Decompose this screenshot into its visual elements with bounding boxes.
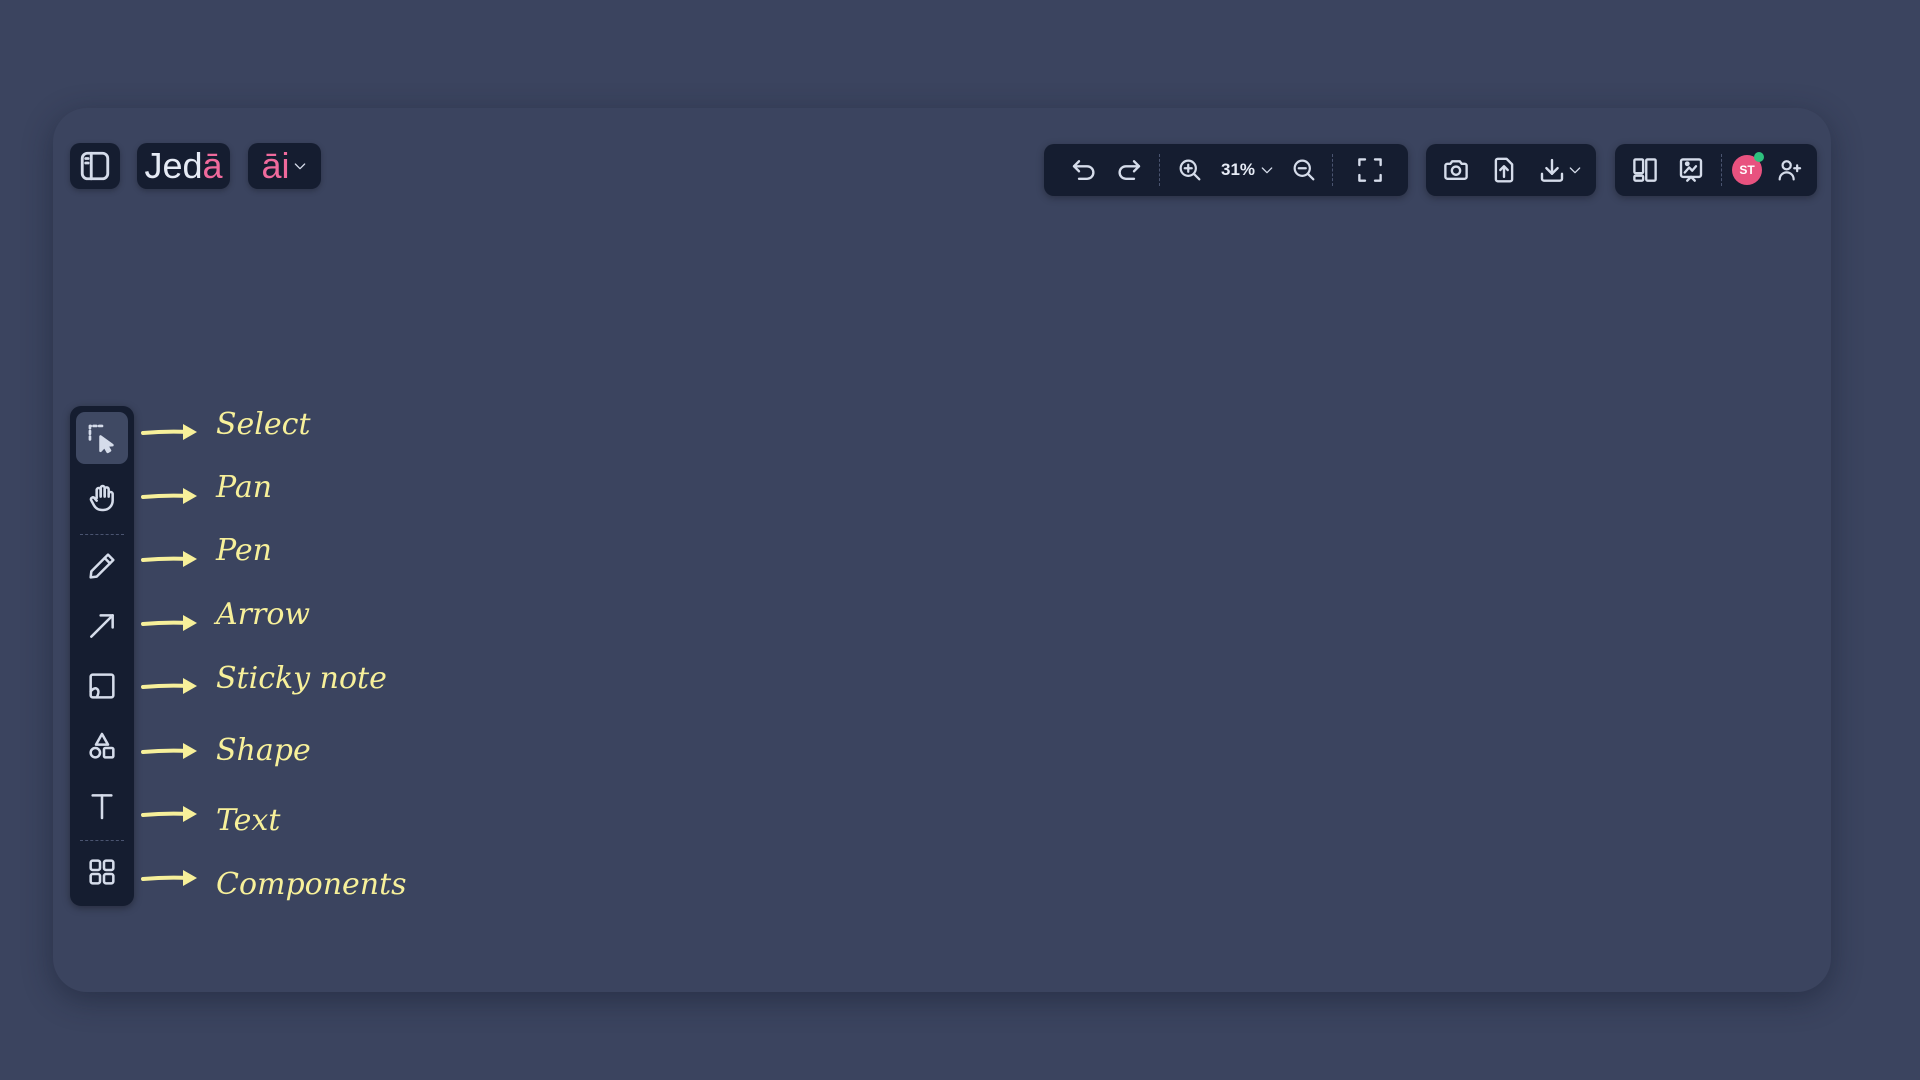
upload-button[interactable] xyxy=(1482,144,1526,196)
presentation-icon xyxy=(1679,158,1703,182)
tool-pen[interactable] xyxy=(76,540,128,592)
avatar: ST xyxy=(1732,152,1764,185)
zoom-in-icon xyxy=(1179,159,1201,181)
annotation-arrow xyxy=(141,488,197,504)
divider xyxy=(1332,154,1333,186)
tool-palette xyxy=(70,406,134,906)
zoom-out-icon xyxy=(1293,159,1315,181)
canvas-frame xyxy=(53,108,1831,992)
logo-button[interactable]: Jedā xyxy=(137,143,230,189)
sidebar-toggle-button[interactable] xyxy=(70,143,120,189)
pen-icon xyxy=(89,553,115,579)
label-pen: Pen xyxy=(216,533,272,568)
divider xyxy=(80,534,124,535)
download-icon xyxy=(1540,158,1564,182)
label-arrow: Arrow xyxy=(216,597,311,632)
annotation-arrow xyxy=(141,743,197,759)
zoom-level-dropdown[interactable]: 31% xyxy=(1216,144,1280,196)
user-avatar[interactable]: ST xyxy=(1727,144,1767,196)
divider xyxy=(80,840,124,841)
divider xyxy=(1159,154,1160,186)
select-icon xyxy=(88,424,114,454)
tool-components[interactable] xyxy=(76,846,128,898)
zoom-in-button[interactable] xyxy=(1168,144,1212,196)
sticky-note-icon xyxy=(89,673,115,699)
label-pan: Pan xyxy=(216,470,273,505)
label-shape: Shape xyxy=(216,733,311,768)
zoom-out-button[interactable] xyxy=(1282,144,1326,196)
annotation-arrow xyxy=(141,678,197,694)
annotation-arrow xyxy=(141,615,197,631)
sidebar-icon xyxy=(80,151,110,181)
components-icon xyxy=(89,859,115,885)
label-sticky-note: Sticky note xyxy=(216,661,387,696)
collaboration-bar: ST xyxy=(1615,144,1817,196)
zoom-level-text: 31% xyxy=(1220,160,1256,179)
camera-icon xyxy=(1444,160,1468,180)
label-select: Select xyxy=(216,407,311,442)
undo-button[interactable] xyxy=(1062,144,1106,196)
undo-icon xyxy=(1072,160,1095,180)
avatar-initials: ST xyxy=(1739,163,1755,177)
annotation-arrow xyxy=(141,870,197,886)
chevron-down-icon xyxy=(1261,167,1273,174)
layout-panel-icon xyxy=(1633,158,1657,182)
tool-sticky-note[interactable] xyxy=(76,660,128,712)
label-components: Components xyxy=(216,867,407,902)
shapes-icon xyxy=(89,732,115,759)
label-text: Text xyxy=(216,803,281,838)
redo-button[interactable] xyxy=(1107,144,1151,196)
hand-icon xyxy=(89,484,114,512)
invite-user-button[interactable] xyxy=(1767,144,1811,196)
divider xyxy=(1721,154,1722,186)
text-icon xyxy=(91,794,113,820)
tool-pan[interactable] xyxy=(76,472,128,524)
annotation-arrow xyxy=(141,424,197,440)
add-user-icon xyxy=(1778,160,1802,181)
redo-icon xyxy=(1118,160,1141,180)
tool-text[interactable] xyxy=(76,780,128,832)
annotation-arrow xyxy=(141,551,197,567)
tool-arrow[interactable] xyxy=(76,600,128,652)
tool-shape[interactable] xyxy=(76,720,128,772)
layout-panel-button[interactable] xyxy=(1623,144,1667,196)
present-button[interactable] xyxy=(1669,144,1713,196)
annotation-arrow xyxy=(141,806,197,822)
online-status-dot xyxy=(1754,152,1764,162)
ai-label: āi xyxy=(261,145,290,186)
tool-select[interactable] xyxy=(76,412,128,464)
fullscreen-icon xyxy=(1358,158,1382,182)
chevron-down-icon xyxy=(294,163,305,170)
arrow-icon xyxy=(90,614,114,638)
app-logo: Jedā xyxy=(144,145,223,186)
export-bar xyxy=(1426,144,1596,196)
fit-screen-button[interactable] xyxy=(1348,144,1392,196)
download-dropdown-button[interactable] xyxy=(1530,144,1590,196)
screenshot-button[interactable] xyxy=(1434,144,1478,196)
history-zoom-bar: 31% xyxy=(1044,144,1408,196)
file-upload-icon xyxy=(1494,157,1514,183)
ai-menu-button[interactable]: āi xyxy=(248,143,321,189)
chevron-down-icon xyxy=(1569,167,1581,174)
